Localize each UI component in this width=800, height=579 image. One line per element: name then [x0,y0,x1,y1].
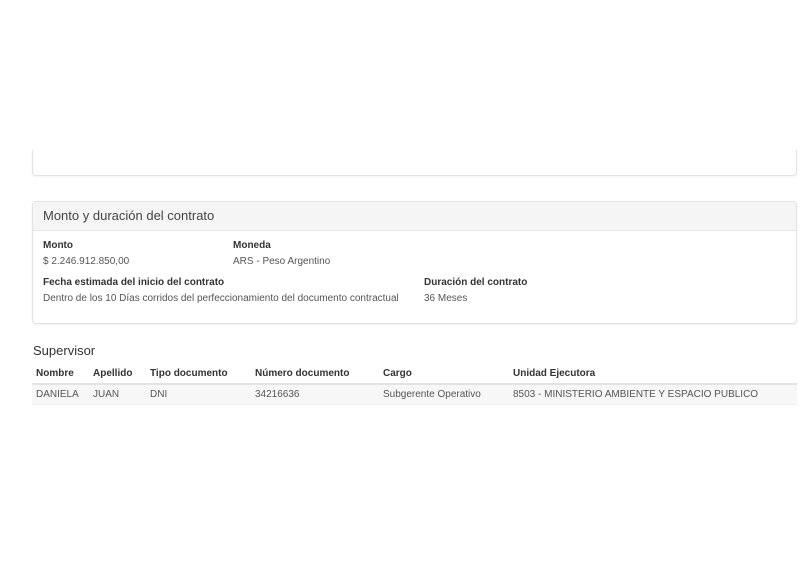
cell-nombre: DANIELA [32,384,89,405]
field-value: ARS - Peso Argentino [233,256,331,267]
column-header-numero-documento: Número documento [251,364,379,385]
supervisor-section-title: Supervisor [33,343,96,358]
field-label: Fecha estimada del inicio del contrato [43,277,225,288]
cell-cargo: Subgerente Operativo [379,384,509,405]
column-header-apellido: Apellido [89,364,146,385]
field-monto: Monto $ 2.246.912.850,00 [43,240,129,267]
cell-numero-documento: 34216636 [251,384,379,405]
panel-heading: Monto y duración del contrato [33,202,796,231]
contract-amount-duration-panel: Monto y duración del contrato Monto $ 2.… [32,201,797,324]
field-duracion: Duración del contrato 36 Meses [424,277,527,304]
column-header-tipo-documento: Tipo documento [146,364,251,385]
cell-tipo-documento: DNI [146,384,251,405]
column-header-nombre: Nombre [32,364,89,385]
cell-unidad-ejecutora: 8503 - MINISTERIO AMBIENTE Y ESPACIO PUB… [509,384,797,405]
table-header-row: Nombre Apellido Tipo documento Número do… [32,364,797,385]
field-moneda: Moneda ARS - Peso Argentino [233,240,330,267]
field-label: Monto [43,240,73,251]
table-row: DANIELA JUAN DNI 34216636 Subgerente Ope… [32,384,797,405]
field-label: Duración del contrato [424,277,528,288]
field-label: Moneda [233,240,271,251]
field-value: Dentro de los 10 Días corridos del perfe… [43,293,399,304]
cell-apellido: JUAN [89,384,146,405]
supervisor-table: Nombre Apellido Tipo documento Número do… [32,364,797,405]
field-value: 36 Meses [424,293,468,304]
column-header-unidad-ejecutora: Unidad Ejecutora [509,364,797,385]
field-fecha-inicio: Fecha estimada del inicio del contrato D… [43,277,399,304]
field-value: $ 2.246.912.850,00 [43,256,130,267]
previous-panel-bottom [32,150,797,176]
column-header-cargo: Cargo [379,364,509,385]
